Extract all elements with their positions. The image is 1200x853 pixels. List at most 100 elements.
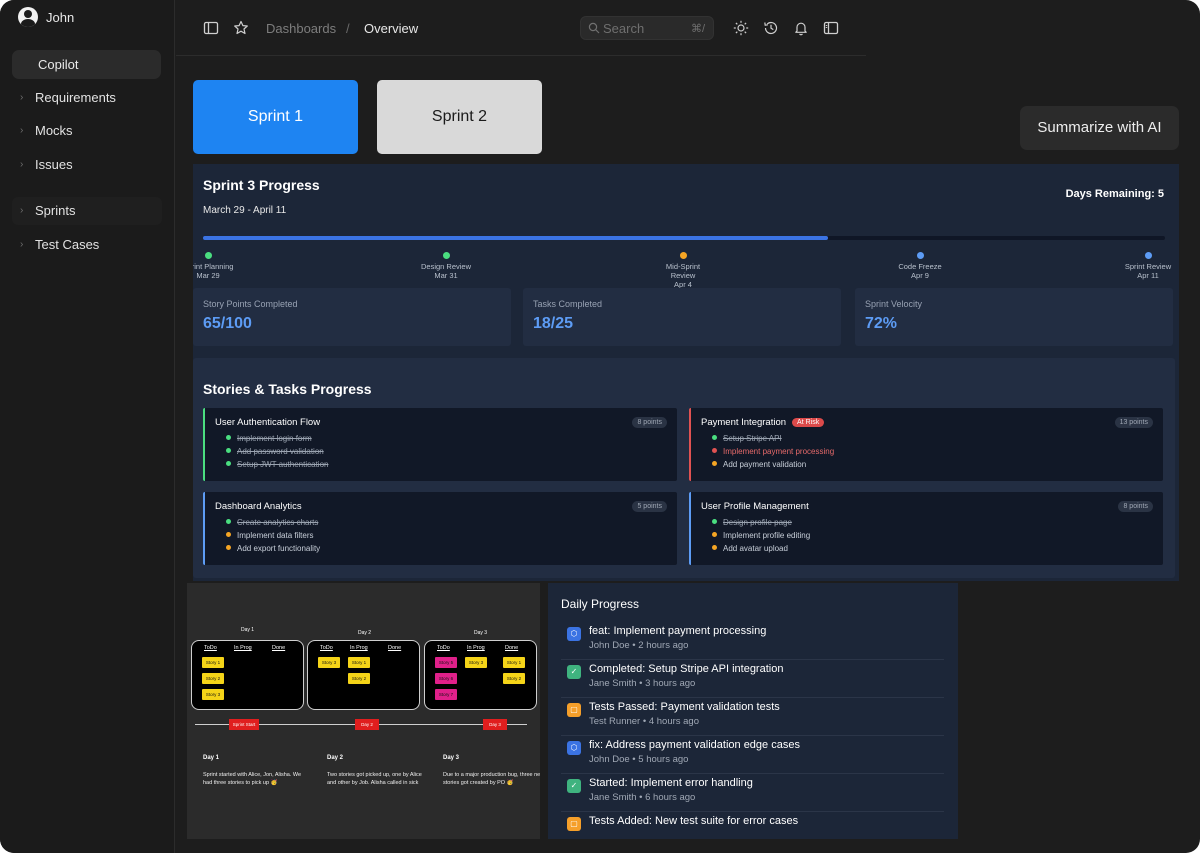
sprint-2-button[interactable]: Sprint 2: [377, 80, 542, 154]
chevron-right-icon: ›: [20, 125, 24, 136]
story-card[interactable]: User Authentication Flow 8 points Implem…: [203, 408, 677, 481]
task-item: Setup JWT authentication: [226, 460, 328, 469]
panel-icon[interactable]: [823, 20, 839, 36]
story-title: Payment Integration At Risk: [701, 417, 825, 428]
chevron-right-icon: ›: [20, 92, 24, 103]
story-sticky-note: Story 1: [202, 657, 224, 668]
task-text: Add password validation: [237, 447, 324, 456]
check-icon: ✓: [567, 665, 581, 679]
commit-icon: ⬡: [567, 627, 581, 641]
story-title: User Profile Management: [701, 501, 809, 512]
task-text: Add payment validation: [723, 460, 807, 469]
task-status-dot: [226, 448, 231, 453]
star-icon[interactable]: [233, 20, 249, 36]
sidebar-toggle-icon[interactable]: [203, 20, 219, 36]
story-points-badge: 5 points: [632, 501, 667, 512]
activity-item[interactable]: ✓ Completed: Setup Stripe API integratio…: [561, 660, 944, 698]
activity-meta: Jane Smith • 6 hours ago: [589, 792, 696, 803]
activity-title: Tests Added: New test suite for error ca…: [589, 815, 799, 827]
task-status-dot: [226, 461, 231, 466]
activity-item[interactable]: ▢ Tests Added: New test suite for error …: [561, 812, 944, 839]
milestone-date: Mar 29: [196, 271, 220, 280]
sun-icon[interactable]: [733, 20, 749, 36]
milestone-name: Design Review: [420, 262, 472, 271]
story-card[interactable]: Payment Integration At Risk 13 points Set…: [689, 408, 1163, 481]
task-text: Setup JWT authentication: [237, 460, 329, 469]
milestone-name: Mid-Sprint Review: [665, 262, 701, 280]
user-profile[interactable]: John: [18, 7, 74, 27]
story-sticky-note: Story 7: [435, 689, 457, 700]
app-window: John Copilot › Requirements › Mocks › Is…: [0, 0, 1200, 853]
activity-meta: Jane Smith • 3 hours ago: [589, 678, 696, 689]
search-input[interactable]: Search ⌘/: [580, 16, 714, 40]
story-title-text: Dashboard Analytics: [215, 501, 302, 512]
milestone-dot: [916, 252, 924, 259]
chevron-right-icon: ›: [20, 239, 24, 250]
sidebar-item-copilot[interactable]: Copilot: [12, 50, 161, 79]
sidebar-item-mocks[interactable]: › Mocks: [12, 117, 162, 145]
user-name: John: [46, 9, 75, 25]
chevron-right-icon: ›: [20, 159, 24, 170]
note-text: Due to a major production bug, three new…: [443, 772, 540, 786]
sprint-progress-fill: [203, 236, 829, 240]
kanban-column-header: ToDo: [437, 645, 450, 651]
story-card[interactable]: Dashboard Analytics 5 points Create anal…: [203, 492, 677, 565]
task-item: Add avatar upload: [712, 544, 788, 553]
activity-meta: John Doe • 2 hours ago: [589, 640, 689, 651]
story-points-badge: 13 points: [1114, 417, 1153, 428]
sidebar-item-sprints[interactable]: › Sprints: [12, 197, 162, 225]
test-icon: ▢: [567, 817, 581, 831]
activity-item[interactable]: ⬡ fix: Address payment validation edge c…: [561, 736, 944, 774]
stat-value: 72%: [865, 315, 898, 332]
task-status-dot: [226, 519, 231, 524]
sidebar-item-test-cases[interactable]: › Test Cases: [12, 231, 162, 259]
breadcrumb-dashboards[interactable]: Dashboards: [266, 21, 336, 36]
breadcrumb-overview: Overview: [364, 21, 419, 36]
task-item: Setup Stripe API: [712, 434, 782, 443]
activity-item[interactable]: ⬡ feat: Implement payment processing Joh…: [561, 622, 944, 660]
task-item: Create analytics charts: [226, 518, 318, 527]
kanban-column-header: Done: [388, 645, 402, 651]
kanban-column-header: ToDo: [320, 645, 333, 651]
story-title-text: Payment Integration: [701, 417, 787, 428]
note-text: Two stories got picked up, one by Alice …: [327, 772, 422, 786]
history-icon[interactable]: [763, 20, 779, 36]
search-icon: [588, 22, 600, 34]
bell-icon[interactable]: [793, 20, 809, 36]
task-item: Implement profile editing: [712, 531, 810, 540]
story-sticky-note: Story 1: [503, 657, 525, 668]
story-title-text: User Profile Management: [701, 501, 809, 512]
task-item: Implement data filters: [226, 531, 313, 540]
activity-item[interactable]: ▢ Tests Passed: Payment validation tests…: [561, 698, 944, 736]
note-heading: Day 1: [203, 755, 220, 761]
stories-section: Stories & Tasks Progress User Authentica…: [193, 358, 1175, 578]
kanban-board-day-2: ToDo In Prog Done Story 3 Story 1 Story 2: [307, 640, 420, 710]
sidebar: John Copilot › Requirements › Mocks › Is…: [0, 0, 175, 853]
milestone: Mid-Sprint Review Apr 4: [658, 252, 708, 289]
task-status-dot: [712, 545, 717, 550]
sidebar-item-requirements[interactable]: › Requirements: [12, 84, 162, 112]
milestone-date: Apr 11: [1137, 271, 1159, 280]
sprint-board-snapshot: Day 1 Day 2 Day 3 ToDo In Prog Done Story 1…: [187, 583, 540, 839]
activity-title: Completed: Setup Stripe API integration: [589, 663, 784, 675]
search-placeholder: Search: [603, 21, 645, 36]
test-icon: ▢: [567, 703, 581, 717]
task-status-dot: [712, 532, 717, 537]
sprint-progress-bar: [203, 236, 1165, 240]
sprint-1-button[interactable]: Sprint 1: [193, 80, 358, 154]
task-item: Design profile page: [712, 518, 792, 527]
summarize-with-ai-button[interactable]: Summarize with AI: [1020, 106, 1179, 150]
activity-meta: Test Runner • 4 hours ago: [589, 716, 700, 727]
milestone: Design Review Mar 31: [406, 252, 486, 280]
story-card[interactable]: User Profile Management 8 points Design …: [689, 492, 1163, 565]
sidebar-item-label: Test Cases: [35, 237, 100, 252]
avatar: [18, 7, 38, 27]
task-text: Add export functionality: [237, 544, 321, 553]
sidebar-item-issues[interactable]: › Issues: [12, 151, 162, 179]
sidebar-item-label: Sprints: [35, 203, 76, 218]
kanban-column-header: In Prog: [234, 645, 252, 651]
task-text: Implement data filters: [237, 531, 314, 540]
kanban-board-day-1: ToDo In Prog Done Story 1 Story 2 Story 3: [191, 640, 304, 710]
note-text: Sprint started with Alice, Jon, Alisha. …: [203, 772, 302, 786]
activity-item[interactable]: ✓ Started: Implement error handling Jane…: [561, 774, 944, 812]
